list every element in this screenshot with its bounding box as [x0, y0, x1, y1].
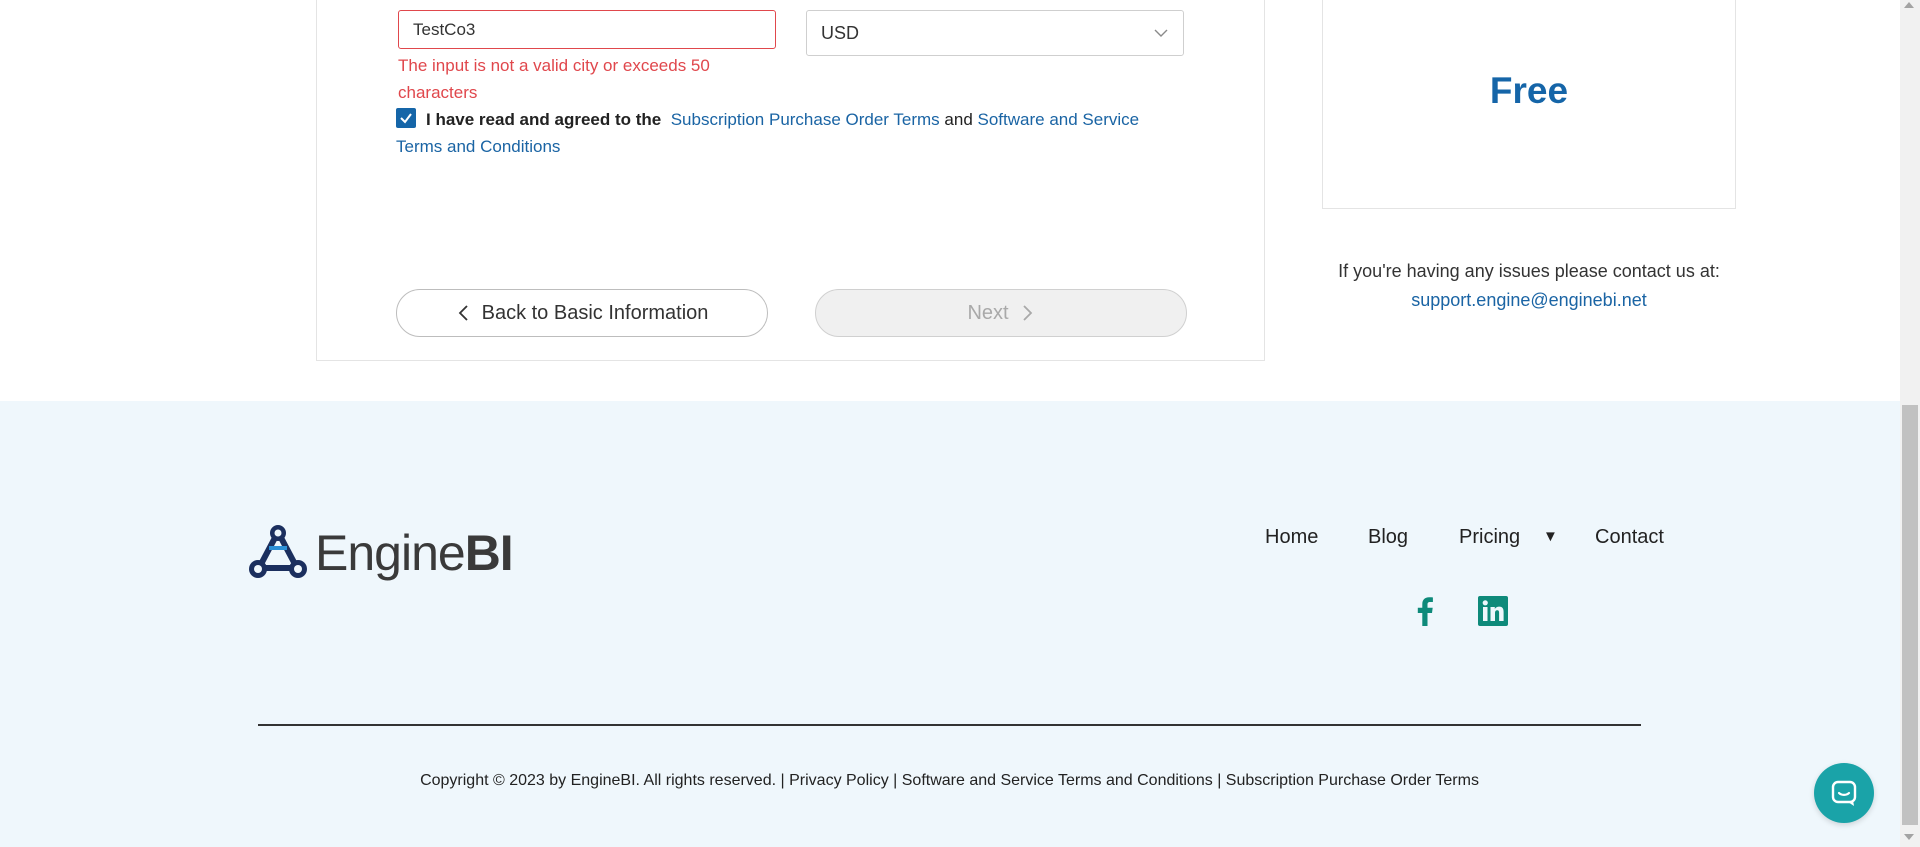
caret-down-icon[interactable]: ▼	[1543, 528, 1558, 545]
plan-price: Free	[1489, 70, 1569, 111]
linkedin-icon[interactable]	[1478, 596, 1508, 626]
footer-nav-contact[interactable]: Contact	[1595, 526, 1664, 549]
logo-mark-icon	[249, 525, 307, 578]
support-email-link[interactable]: support.engine@enginebi.net	[1411, 290, 1646, 310]
footer-nav-blog[interactable]: Blog	[1368, 526, 1408, 549]
copyright-text: Copyright © 2023 by EngineBI. All rights…	[420, 772, 777, 789]
chevron-right-icon	[1022, 305, 1032, 321]
terms-agreement-text: I have read and agreed to the Subscripti…	[396, 106, 1176, 160]
chat-launcher-button[interactable]	[1814, 763, 1874, 823]
back-button[interactable]: Back to Basic Information	[396, 289, 768, 337]
enginebi-logo[interactable]: EngineBI	[247, 523, 514, 583]
chat-icon	[1831, 780, 1857, 806]
city-input[interactable]	[398, 10, 776, 49]
copyright-bar: Copyright © 2023 by EngineBI. All rights…	[258, 772, 1641, 790]
terms-prefix: I have read and agreed to the	[426, 110, 662, 129]
logo-text-light: Engine	[315, 525, 466, 581]
back-button-label: Back to Basic Information	[481, 301, 709, 324]
scroll-up-arrow-icon[interactable]	[1904, 2, 1914, 8]
logo-text: EngineBI	[315, 524, 514, 582]
chevron-down-icon	[1154, 29, 1168, 37]
separator: |	[893, 772, 898, 789]
currency-select-value: USD	[821, 22, 860, 43]
terms-checkbox[interactable]	[396, 108, 416, 128]
next-button-label: Next	[967, 301, 1009, 324]
logo-text-bold: BI	[464, 525, 514, 581]
support-email-wrap: support.engine@enginebi.net	[1300, 290, 1758, 311]
support-text: If you're having any issues please conta…	[1338, 261, 1720, 281]
subscription-terms-link[interactable]: Subscription Purchase Order Terms	[671, 110, 940, 129]
footer-nav-home[interactable]: Home	[1265, 526, 1318, 549]
chevron-left-icon	[458, 305, 468, 321]
separator: |	[1217, 772, 1222, 789]
separator: |	[780, 772, 785, 789]
scroll-down-arrow-icon[interactable]	[1904, 834, 1914, 840]
terms-agreement: I have read and agreed to the Subscripti…	[396, 106, 1176, 160]
privacy-policy-link[interactable]: Privacy Policy	[789, 772, 889, 789]
scrollbar-thumb[interactable]	[1902, 405, 1918, 825]
check-icon	[400, 113, 412, 124]
next-button[interactable]: Next	[815, 289, 1187, 337]
terms-and-text: and	[944, 110, 973, 129]
footer-software-terms-link[interactable]: Software and Service Terms and Condition…	[902, 772, 1213, 789]
facebook-icon[interactable]	[1413, 596, 1435, 626]
footer-divider	[258, 724, 1641, 726]
currency-select[interactable]: USD	[806, 10, 1184, 56]
city-error-message: The input is not a valid city or exceeds…	[398, 56, 710, 102]
footer-subscription-terms-link[interactable]: Subscription Purchase Order Terms	[1226, 772, 1479, 789]
footer-nav-pricing[interactable]: Pricing	[1459, 526, 1520, 549]
